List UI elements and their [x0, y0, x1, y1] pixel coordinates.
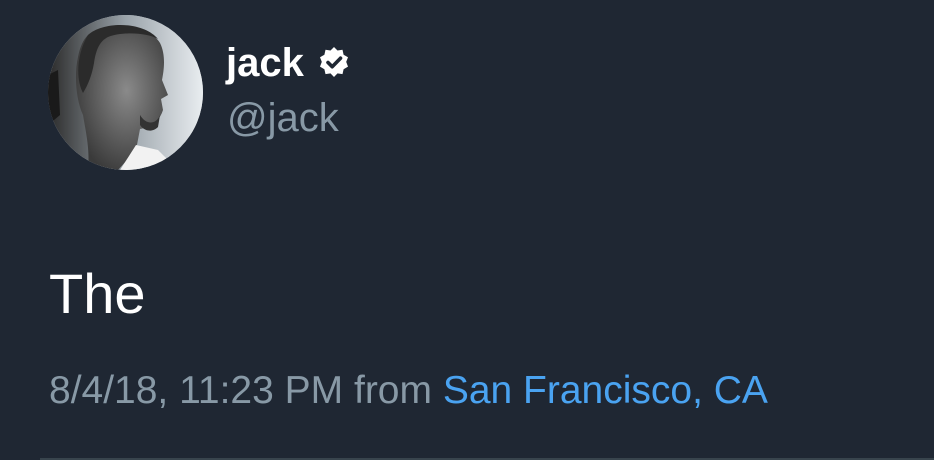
- verified-badge-icon: [317, 46, 351, 80]
- display-name-row: jack: [226, 38, 351, 88]
- avatar[interactable]: [48, 15, 203, 170]
- timestamp[interactable]: 8/4/18, 11:23 PM: [49, 369, 343, 412]
- tweet-text: The: [49, 262, 146, 325]
- tweet-meta: 8/4/18, 11:23 PM from San Francisco, CA: [49, 367, 768, 415]
- display-name[interactable]: jack: [226, 38, 304, 88]
- location-link[interactable]: San Francisco, CA: [443, 369, 768, 412]
- tweet-detail: jack @jack The 8/4/18, 11:23 PM from San…: [0, 0, 934, 460]
- user-handle[interactable]: @jack: [227, 94, 339, 142]
- avatar-image: [48, 15, 203, 170]
- from-label: from: [353, 369, 432, 412]
